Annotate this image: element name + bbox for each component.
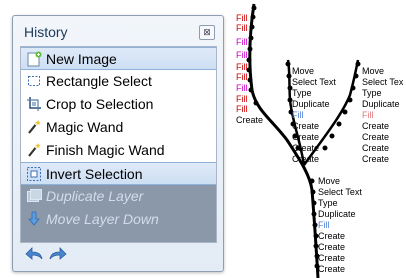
tree-label-fill: Fill [236, 62, 248, 72]
history-item-label: Duplicate Layer [46, 188, 144, 204]
history-item-label: Rectangle Select [46, 73, 152, 89]
history-item-rectangle-select[interactable]: Rectangle Select [21, 70, 216, 93]
tree-label: Type [318, 198, 338, 208]
history-item-magic-wand[interactable]: Magic Wand [21, 116, 216, 139]
tree-label-fill: Fill [236, 94, 248, 104]
history-item-label: Invert Selection [46, 166, 143, 182]
tree-label-fill: Fill [362, 110, 374, 120]
history-item-label: Move Layer Down [46, 211, 159, 227]
tree-label: Create [292, 121, 320, 131]
tree-label: Move [318, 176, 341, 186]
history-toolbar [20, 244, 215, 264]
history-item-label: Crop to Selection [46, 96, 154, 112]
rectangle-select-icon [26, 73, 42, 89]
tree-label-fill: Fill [236, 104, 248, 114]
history-list: New Image Rectangle Select Crop to Selec… [20, 46, 217, 243]
magic-wand-icon [26, 119, 42, 135]
new-image-icon [26, 51, 42, 67]
tree-label: Select Text [318, 187, 362, 197]
tree-label: Duplicate [292, 99, 330, 109]
close-icon[interactable]: ⊠ [199, 25, 215, 40]
panel-title: History [24, 24, 68, 40]
tree-label: Select Tex [362, 77, 404, 87]
undo-arrow-icon[interactable] [24, 246, 44, 262]
tree-label: Create [292, 143, 320, 153]
invert-selection-icon [26, 166, 42, 182]
tree-label: Select Text [292, 77, 336, 87]
tree-label: Create [362, 121, 390, 131]
history-item-new-image[interactable]: New Image [21, 47, 216, 70]
tree-label: Create [318, 253, 346, 263]
tree-label-fill: Fill [236, 13, 248, 23]
tree-label: Duplicate [318, 209, 356, 219]
tree-label: Duplicate [362, 99, 400, 109]
tree-label-fill: Fill [318, 220, 330, 230]
tree-label: Create [362, 154, 390, 164]
history-item-label: New Image [46, 51, 117, 67]
history-item-label: Finish Magic Wand [46, 142, 165, 158]
magic-wand-icon [26, 142, 42, 158]
crop-icon [26, 96, 42, 112]
history-item-label: Magic Wand [46, 119, 124, 135]
redo-arrow-icon[interactable] [48, 246, 68, 262]
tree-label: Create [292, 154, 320, 164]
move-down-icon [26, 211, 42, 227]
duplicate-layer-icon [26, 188, 42, 204]
tree-label: Create [318, 264, 346, 274]
tree-label-fill: Fill [236, 50, 248, 60]
tree-label: Create [318, 231, 346, 241]
history-item-crop[interactable]: Crop to Selection [21, 93, 216, 116]
tree-label-fill: Fill [236, 37, 248, 47]
tree-label-fill: Fill [292, 110, 304, 120]
tree-label-create: Create [236, 115, 264, 125]
history-panel: History ⊠ New Image Rectangle Select Cro… [12, 15, 224, 272]
tree-label-fill: Fill [236, 23, 248, 33]
history-item-duplicate-layer[interactable]: Duplicate Layer [21, 185, 216, 208]
tree-label-fill: Fill [236, 83, 248, 93]
tree-label: Move [292, 66, 315, 76]
history-item-finish-magic-wand[interactable]: Finish Magic Wand [21, 139, 216, 162]
tree-label: Type [292, 88, 312, 98]
tree-label: Create [362, 143, 390, 153]
history-item-move-layer-down[interactable]: Move Layer Down [21, 208, 216, 231]
tree-label-fill: Fill [236, 72, 248, 82]
history-tree-diagram: Fill Fill Fill Fill Fill Fill Fill Fill … [232, 0, 406, 278]
tree-label: Create [292, 132, 320, 142]
tree-label: Create [318, 242, 346, 252]
tree-label: Create [362, 132, 390, 142]
tree-label: Type [362, 88, 382, 98]
history-list-filler [21, 231, 216, 242]
tree-label: Move [362, 66, 385, 76]
history-item-invert-selection[interactable]: Invert Selection [21, 162, 216, 185]
